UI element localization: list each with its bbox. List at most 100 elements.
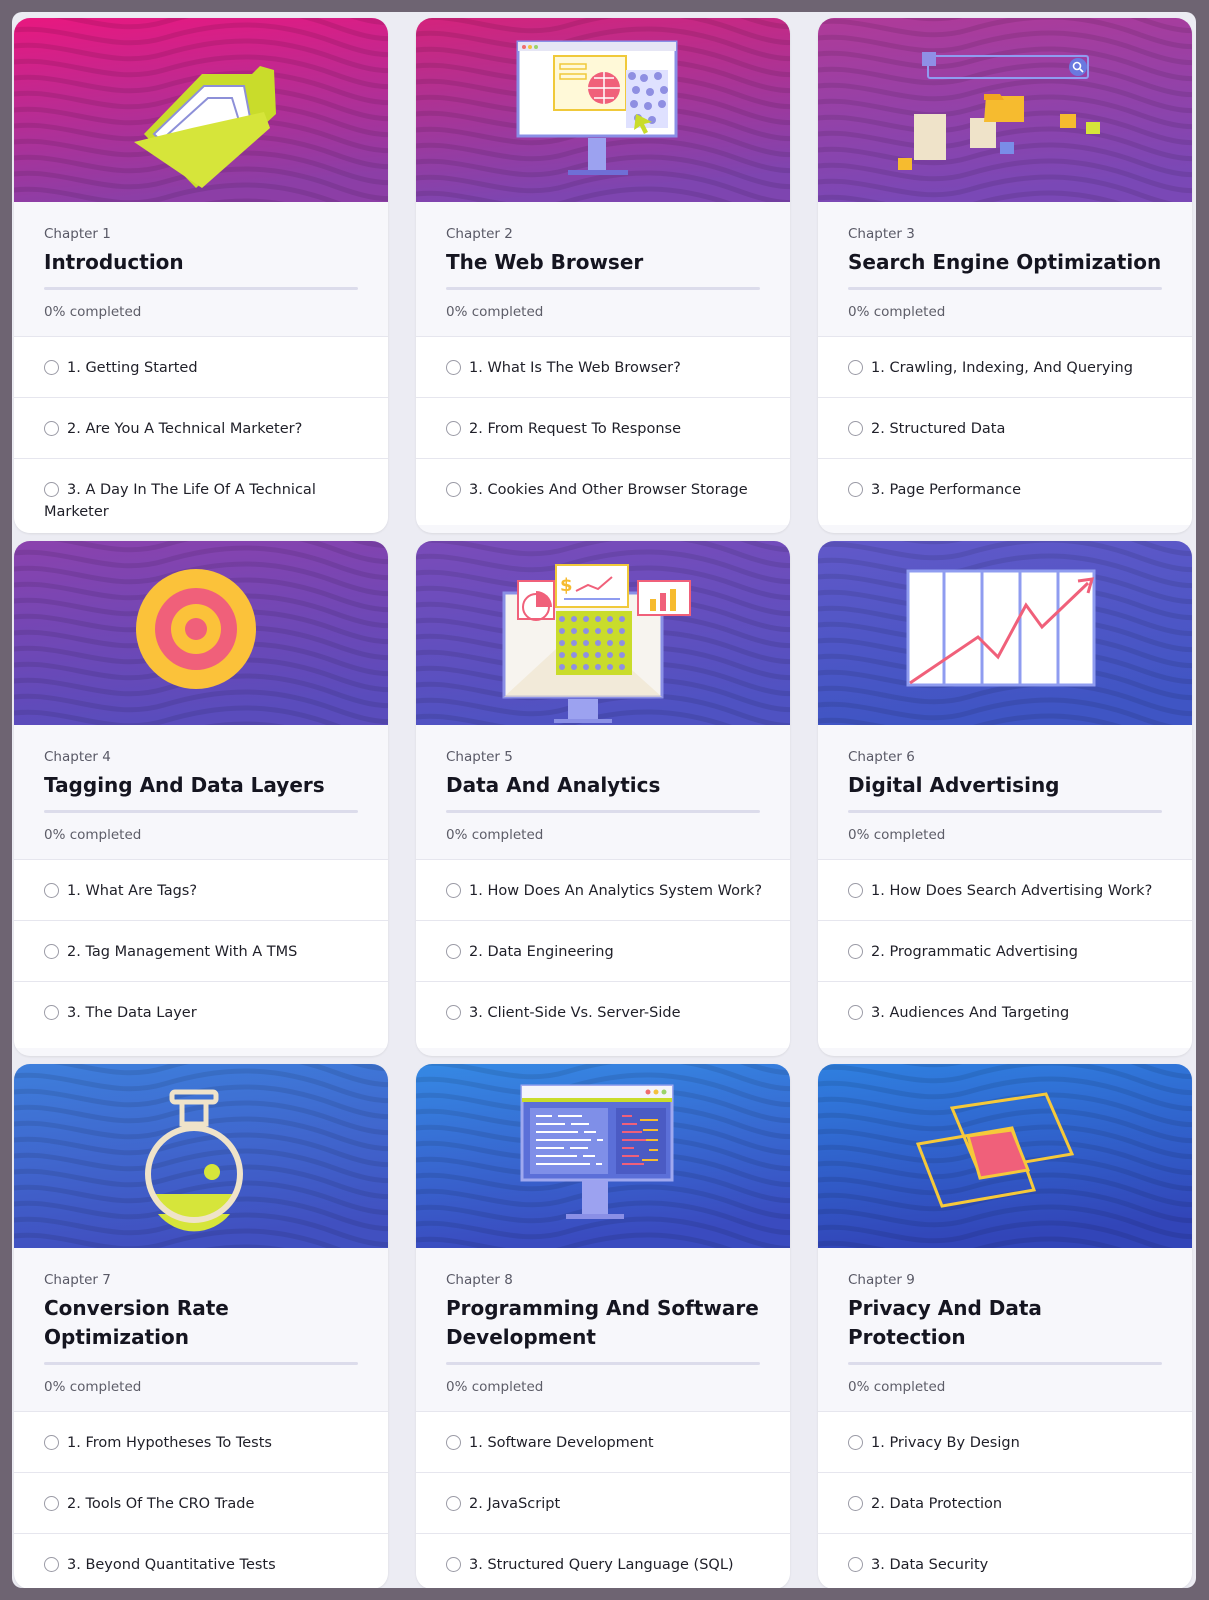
lesson-status-circle-icon[interactable] [446, 883, 461, 898]
lesson-status-circle-icon[interactable] [848, 1005, 863, 1020]
chapter-title[interactable]: Tagging And Data Layers [44, 771, 358, 800]
folder-icon [134, 66, 276, 188]
lesson-item[interactable]: 1. Privacy By Design [818, 1411, 1192, 1472]
lesson-item[interactable]: 2. Tag Management With A TMS [14, 920, 388, 981]
lesson-status-circle-icon[interactable] [848, 944, 863, 959]
chapter-title[interactable]: Digital Advertising [848, 771, 1162, 800]
lesson-status-circle-icon[interactable] [848, 883, 863, 898]
lesson-item[interactable]: 1. Crawling, Indexing, And Querying [818, 336, 1192, 397]
chapter-card-8[interactable]: Chapter 8 Programming And Software Devel… [416, 1064, 790, 1588]
lesson-list: 1. What Is The Web Browser? 2. From Requ… [416, 336, 790, 525]
chapter-title[interactable]: The Web Browser [446, 248, 760, 277]
lesson-item[interactable]: 1. What Is The Web Browser? [416, 336, 790, 397]
lesson-status-circle-icon[interactable] [446, 360, 461, 375]
progress-text: 0% completed [44, 304, 142, 320]
lesson-status-circle-icon[interactable] [848, 482, 863, 497]
lesson-status-circle-icon[interactable] [446, 1557, 461, 1572]
lesson-status-circle-icon[interactable] [446, 482, 461, 497]
lesson-status-circle-icon[interactable] [44, 1435, 59, 1450]
growth-chart-icon [906, 569, 1096, 687]
lesson-item[interactable]: 2. Are You A Technical Marketer? [14, 397, 388, 458]
lesson-item[interactable]: 3. A Day In The Life Of A Technical Mark… [14, 458, 388, 533]
lesson-item[interactable]: 3. The Data Layer [14, 981, 388, 1048]
chapter-title[interactable]: Privacy And Data Protection [848, 1294, 1162, 1352]
lesson-status-circle-icon[interactable] [44, 482, 59, 497]
chapter-card-3[interactable]: Chapter 3 Search Engine Optimization 0% … [818, 18, 1192, 533]
progress-bar [44, 810, 358, 813]
lesson-item[interactable]: 2. Structured Data [818, 397, 1192, 458]
lesson-item[interactable]: 3. Cookies And Other Browser Storage [416, 458, 790, 525]
lesson-item[interactable]: 2. Data Engineering [416, 920, 790, 981]
lesson-item[interactable]: 2. Programmatic Advertising [818, 920, 1192, 981]
progress-text: 0% completed [848, 304, 946, 320]
lesson-item[interactable]: 1. How Does Search Advertising Work? [818, 859, 1192, 920]
lesson-status-circle-icon[interactable] [848, 360, 863, 375]
lesson-list: 1. Software Development 2. JavaScript 3.… [416, 1411, 790, 1588]
lesson-title: 2. Tools Of The CRO Trade [67, 1496, 255, 1512]
lesson-status-circle-icon[interactable] [446, 1005, 461, 1020]
lesson-item[interactable]: 3. Page Performance [818, 458, 1192, 525]
lesson-status-circle-icon[interactable] [44, 1557, 59, 1572]
lesson-status-circle-icon[interactable] [446, 421, 461, 436]
lesson-status-circle-icon[interactable] [44, 1005, 59, 1020]
lesson-item[interactable]: 2. JavaScript [416, 1472, 790, 1533]
chapter-title[interactable]: Conversion Rate Optimization [44, 1294, 358, 1352]
chapter-card-5[interactable]: $ Chapter 5 Data And Analytics 0% comple… [416, 541, 790, 1056]
lesson-item[interactable]: 3. Data Security [818, 1533, 1192, 1588]
lesson-list: 1. Getting Started 2. Are You A Technica… [14, 336, 388, 533]
lesson-item[interactable]: 1. Getting Started [14, 336, 388, 397]
lesson-status-circle-icon[interactable] [446, 1496, 461, 1511]
lesson-item[interactable]: 3. Audiences And Targeting [818, 981, 1192, 1048]
chapter-card-1[interactable]: Chapter 1 Introduction 0% completed 1. G… [14, 18, 388, 533]
chapter-card-7[interactable]: Chapter 7 Conversion Rate Optimization 0… [14, 1064, 388, 1588]
chapter-card-9[interactable]: Chapter 9 Privacy And Data Protection 0%… [818, 1064, 1192, 1588]
chapter-label: Chapter 5 [446, 749, 513, 765]
progress-bar [44, 1362, 358, 1365]
chapter-banner: $ [416, 541, 790, 725]
lesson-item[interactable]: 3. Client-Side Vs. Server-Side [416, 981, 790, 1048]
lesson-status-circle-icon[interactable] [848, 421, 863, 436]
chapter-card-2[interactable]: Chapter 2 The Web Browser 0% completed 1… [416, 18, 790, 533]
chapter-label: Chapter 1 [44, 226, 111, 242]
lesson-item[interactable]: 1. How Does An Analytics System Work? [416, 859, 790, 920]
lesson-status-circle-icon[interactable] [44, 421, 59, 436]
chapter-title[interactable]: Data And Analytics [446, 771, 760, 800]
lesson-title: 2. Structured Data [871, 421, 1006, 437]
progress-text: 0% completed [44, 1379, 142, 1395]
lesson-item[interactable]: 1. From Hypotheses To Tests [14, 1411, 388, 1472]
chapter-label: Chapter 3 [848, 226, 915, 242]
lesson-list: 1. How Does An Analytics System Work? 2.… [416, 859, 790, 1048]
chapter-card-4[interactable]: Chapter 4 Tagging And Data Layers 0% com… [14, 541, 388, 1056]
chapter-title[interactable]: Search Engine Optimization [848, 248, 1162, 277]
lesson-list: 1. How Does Search Advertising Work? 2. … [818, 859, 1192, 1048]
lesson-title: 2. Data Engineering [469, 944, 614, 960]
lesson-list: 1. Privacy By Design 2. Data Protection … [818, 1411, 1192, 1588]
lesson-title: 1. How Does Search Advertising Work? [871, 883, 1153, 899]
lesson-status-circle-icon[interactable] [848, 1557, 863, 1572]
lesson-item[interactable]: 3. Structured Query Language (SQL) [416, 1533, 790, 1588]
progress-bar [848, 1362, 1162, 1365]
progress-bar [446, 1362, 760, 1365]
lesson-item[interactable]: 2. Data Protection [818, 1472, 1192, 1533]
lesson-status-circle-icon[interactable] [44, 360, 59, 375]
lesson-item[interactable]: 2. Tools Of The CRO Trade [14, 1472, 388, 1533]
lesson-item[interactable]: 2. From Request To Response [416, 397, 790, 458]
svg-text:$: $ [560, 575, 573, 596]
chapter-title[interactable]: Programming And Software Development [446, 1294, 760, 1352]
lesson-title: 1. Software Development [469, 1435, 654, 1451]
lesson-status-circle-icon[interactable] [848, 1496, 863, 1511]
chapter-card-6[interactable]: Chapter 6 Digital Advertising 0% complet… [818, 541, 1192, 1056]
lesson-status-circle-icon[interactable] [44, 883, 59, 898]
lesson-status-circle-icon[interactable] [44, 1496, 59, 1511]
chapter-label: Chapter 2 [446, 226, 513, 242]
lesson-item[interactable]: 1. What Are Tags? [14, 859, 388, 920]
lesson-status-circle-icon[interactable] [848, 1435, 863, 1450]
lesson-status-circle-icon[interactable] [446, 944, 461, 959]
lesson-item[interactable]: 1. Software Development [416, 1411, 790, 1472]
lesson-title: 2. Programmatic Advertising [871, 944, 1078, 960]
lesson-status-circle-icon[interactable] [44, 944, 59, 959]
search-results-icon [898, 52, 1100, 170]
lesson-status-circle-icon[interactable] [446, 1435, 461, 1450]
lesson-item[interactable]: 3. Beyond Quantitative Tests [14, 1533, 388, 1588]
chapter-title[interactable]: Introduction [44, 248, 358, 277]
